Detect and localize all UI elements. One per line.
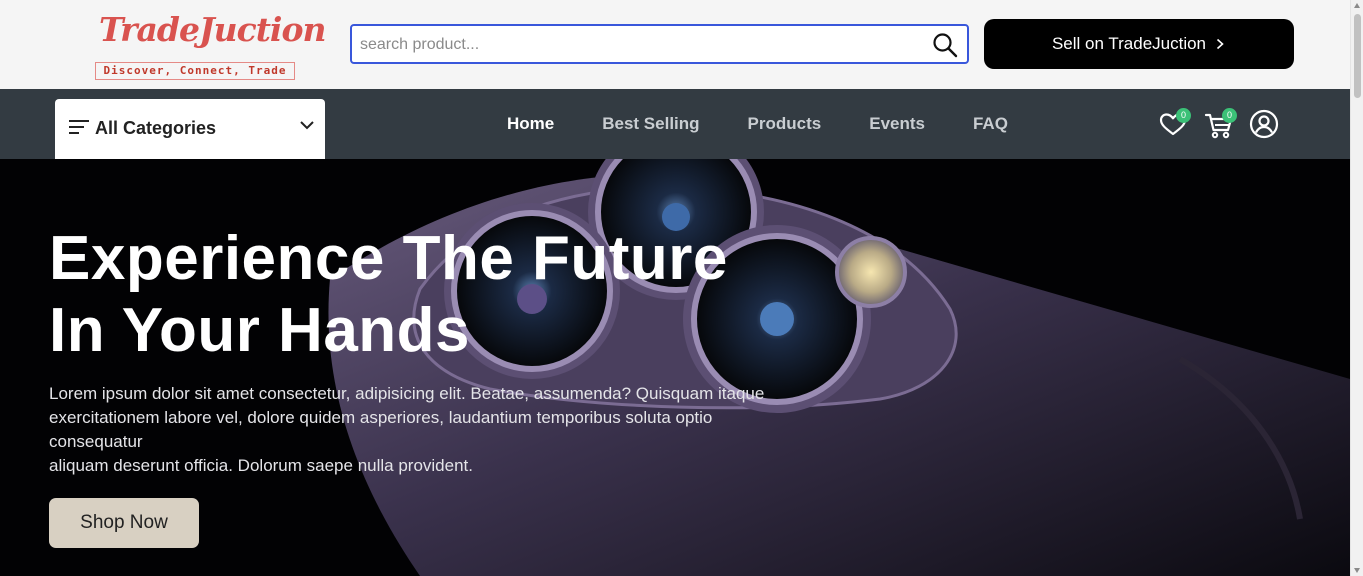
all-categories-label: All Categories	[95, 118, 217, 138]
nav-home[interactable]: Home	[490, 114, 578, 134]
chevron-down-icon	[300, 121, 314, 130]
search-bar	[350, 24, 969, 64]
sell-on-tradejuction-button[interactable]: Sell on TradeJuction	[984, 19, 1294, 69]
sell-button-label: Sell on TradeJuction	[1051, 34, 1207, 53]
nav-best-selling[interactable]: Best Selling	[578, 114, 723, 134]
chevron-right-icon	[1216, 38, 1224, 50]
scroll-up-arrow-icon[interactable]	[1354, 3, 1360, 8]
page-scrollbar[interactable]	[1350, 0, 1363, 576]
hero-description: Lorem ipsum dolor sit amet consectetur, …	[49, 382, 819, 478]
all-categories-dropdown[interactable]: All Categories	[55, 99, 325, 159]
phone-camera-image	[328, 159, 1350, 576]
wishlist-button[interactable]: 0	[1155, 106, 1191, 142]
shop-now-button[interactable]: Shop Now	[49, 498, 199, 548]
profile-button[interactable]	[1246, 106, 1282, 142]
hero-text-line-1: Lorem ipsum dolor sit amet consectetur, …	[49, 384, 765, 403]
wishlist-count-badge: 0	[1176, 108, 1191, 123]
cart-count-badge: 0	[1222, 108, 1237, 123]
top-header: TradeJuction Discover, Connect, Trade Se…	[0, 0, 1350, 89]
nav-products[interactable]: Products	[724, 114, 846, 134]
hero-text-line-4: aliquam deserunt officia. Dolorum saepe …	[49, 456, 473, 475]
brand-logo[interactable]: TradeJuction Discover, Connect, Trade	[95, 8, 326, 82]
main-navbar: All Categories Home Best Selling Product…	[0, 89, 1350, 159]
nav-faq[interactable]: FAQ	[949, 114, 1032, 134]
scroll-down-arrow-icon[interactable]	[1354, 568, 1360, 573]
user-circle-icon	[1249, 109, 1279, 139]
hero-title-line-2: In Your Hands	[49, 296, 471, 365]
hero-title-line-1: Experience The Future	[49, 224, 728, 293]
hero-title: Experience The Future In Your Hands	[49, 223, 728, 367]
cart-button[interactable]: 0	[1201, 106, 1237, 142]
hero-text-line-3: consequatur	[49, 432, 143, 451]
nav-events[interactable]: Events	[845, 114, 949, 134]
hero-text-line-2: exercitationem labore vel, dolore quidem…	[49, 408, 713, 427]
scroll-thumb[interactable]	[1354, 14, 1361, 98]
menu-lines-icon	[69, 120, 89, 134]
search-icon[interactable]	[932, 32, 958, 58]
search-input[interactable]	[360, 33, 920, 57]
nav-links: Home Best Selling Products Events FAQ	[490, 89, 1032, 159]
brand-tagline: Discover, Connect, Trade	[95, 62, 295, 80]
brand-name: TradeJuction	[99, 10, 326, 49]
hero-banner: Experience The Future In Your Hands Lore…	[0, 159, 1350, 576]
